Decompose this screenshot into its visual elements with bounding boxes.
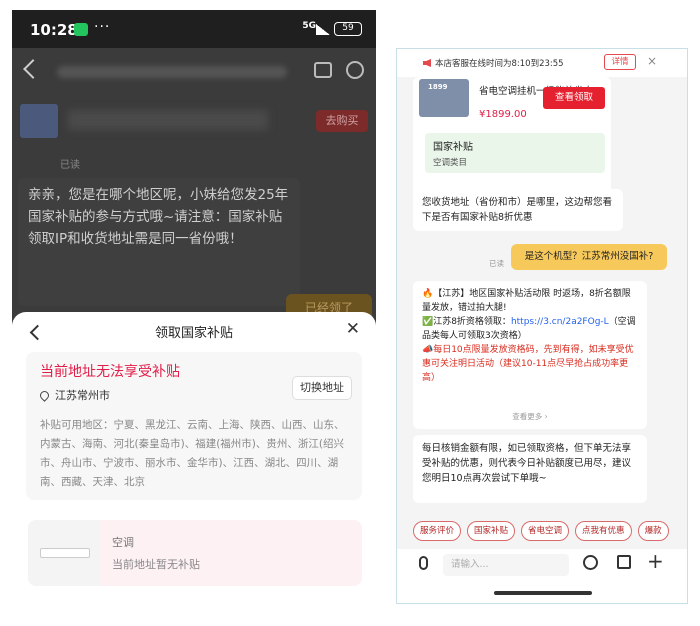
promo-line-3: 📣每日10点限量发放资格码，先到有得，如未享受优惠可关注明日活动（建议10-11…: [422, 345, 634, 383]
subsidy-category: 空调类目: [433, 158, 468, 168]
quick-reply-chips: 服务评价 国家补贴 省电空调 点我有优惠 爆款: [413, 521, 687, 543]
close-icon[interactable]: ✕: [346, 319, 360, 339]
status-time: 10:28: [30, 21, 78, 39]
emoji-icon[interactable]: [583, 555, 598, 570]
wechat-icon: [74, 23, 88, 36]
location-icon: [38, 388, 51, 402]
view-more-link[interactable]: 查看更多 ›: [413, 411, 647, 422]
read-receipt: 已读: [489, 259, 504, 268]
blurred-shop-name: [57, 66, 287, 78]
promo-link[interactable]: https://3.cn/2a2FOg-L: [511, 317, 609, 327]
signal-icon: [316, 24, 330, 35]
claim-button[interactable]: 查看领取: [543, 87, 605, 109]
address-card: 当前地址无法享受补贴 江苏常州市 切换地址 补贴可用地区：宁夏、黑龙江、云南、上…: [26, 352, 362, 500]
product-name: 空调: [112, 536, 134, 549]
notice-bar: 本店客服在线时间为8:10到23:55 详情 ×: [397, 49, 687, 77]
product-subsidy-note: 当前地址暂无补贴: [112, 558, 200, 571]
blurred-product-title: [68, 110, 268, 130]
sheet-title: 领取国家补贴: [154, 326, 233, 341]
chip-energy-saving-ac[interactable]: 省电空调: [521, 521, 570, 541]
chip-hot-items[interactable]: 爆款: [637, 521, 669, 541]
left-phone-screen: 10:28 ··· 5G 59 去购买 已读 亲亲，您是在哪个地区呢，小妹给您发…: [12, 10, 376, 615]
service-message: 您收货地址（省份和市）是哪里，这边帮您看下是否有国家补贴8折优惠: [413, 189, 623, 231]
subsidy-bottom-sheet: 领取国家补贴 ✕ 当前地址无法享受补贴 江苏常州市 切换地址 补贴可用地区：宁夏…: [12, 312, 376, 615]
store-icon[interactable]: [314, 62, 332, 78]
plus-icon[interactable]: +: [647, 549, 664, 573]
address-text: 江苏常州市: [55, 389, 110, 402]
available-areas: 补贴可用地区：宁夏、黑龙江、云南、上海、陕西、山西、山东、内蒙古、海南、河北(秦…: [40, 419, 345, 488]
current-address: 江苏常州市: [38, 387, 110, 403]
input-bar: 请输入... +: [397, 549, 687, 603]
product-subsidy-card[interactable]: 空调 当前地址暂无补贴: [28, 520, 362, 586]
promo-line-1: 🔥【江苏】地区国家补贴活动限 时返场，8折名额限量发放，错过拍大腿!: [422, 289, 631, 313]
read-receipt: 已读: [60, 160, 80, 171]
service-message: 每日核销金额有限，如已领取资格，但下单无法享受补贴的优惠，则代表今日补贴额度已用…: [413, 435, 647, 503]
more-dots: ···: [94, 19, 111, 35]
subsidy-title: 国家补贴: [433, 142, 473, 153]
product-image: 1899: [419, 79, 469, 117]
address-warning: 当前地址无法享受补贴: [40, 364, 180, 380]
status-bar: 10:28 ··· 5G 59: [12, 10, 376, 48]
air-conditioner-icon: [40, 548, 90, 558]
back-arrow-icon[interactable]: [23, 59, 43, 79]
subsidy-box: 国家补贴 空调类目: [425, 133, 605, 173]
message-text: 每日核销金额有限，如已领取资格，但下单无法享受补贴的优惠，则代表今日补贴额度已用…: [422, 443, 632, 484]
chip-service-review[interactable]: 服务评价: [413, 521, 462, 541]
microphone-icon[interactable]: [419, 556, 428, 570]
detail-button[interactable]: 详情: [604, 54, 636, 70]
promo-line-2: ✅江苏8折资格领取：: [422, 317, 511, 327]
buy-button[interactable]: 去购买: [316, 110, 368, 132]
product-card[interactable]: 1899 省电空调挂机一级能效省电... ¥1899.00 国家补贴 空调类目 …: [413, 77, 611, 203]
home-indicator: [494, 591, 592, 595]
message-input[interactable]: 请输入...: [443, 554, 569, 576]
air-conditioner-image: [28, 520, 100, 586]
switch-address-button[interactable]: 切换地址: [292, 376, 352, 400]
chip-national-subsidy[interactable]: 国家补贴: [467, 521, 516, 541]
product-price: ¥1899.00: [479, 109, 527, 120]
speaker-icon: [423, 59, 431, 67]
close-icon[interactable]: ×: [647, 54, 657, 68]
settings-icon[interactable]: [346, 61, 364, 79]
battery-icon: 59: [334, 22, 362, 36]
user-message: 是这个机型？江苏常州没国补?: [511, 244, 667, 270]
right-phone-screen: 本店客服在线时间为8:10到23:55 详情 × 1899 省电空调挂机一级能效…: [396, 48, 688, 604]
image-price-tag: 1899: [428, 83, 448, 91]
notice-text: 本店客服在线时间为8:10到23:55: [435, 59, 564, 69]
network-label: 5G: [302, 21, 316, 31]
dimmed-chat-background: 去购买 已读 亲亲，您是在哪个地区呢，小妹给您发25年国家补贴的参与方式哦~请注…: [12, 48, 376, 328]
chip-discount[interactable]: 点我有优惠: [575, 521, 632, 541]
promo-message: 🔥【江苏】地区国家补贴活动限 时返场，8折名额限量发放，错过拍大腿! ✅江苏8折…: [413, 281, 647, 429]
service-message: 亲亲，您是在哪个地区呢，小妹给您发25年国家补贴的参与方式哦~请注意：国家补贴领…: [18, 178, 300, 306]
product-thumbnail: [20, 104, 58, 138]
shopping-bag-icon[interactable]: [617, 555, 631, 569]
message-text: 您收货地址（省份和市）是哪里，这边帮您看下是否有国家补贴8折优惠: [422, 197, 613, 223]
promo-text: 🔥【江苏】地区国家补贴活动限 时返场，8折名额限量发放，错过拍大腿! ✅江苏8折…: [413, 281, 647, 391]
